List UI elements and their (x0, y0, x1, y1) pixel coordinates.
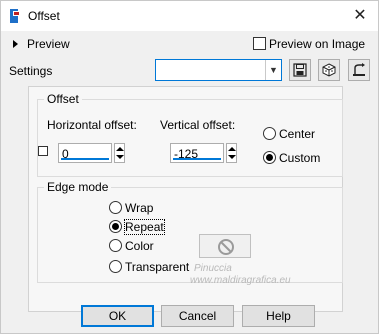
close-button[interactable]: ✕ (348, 4, 372, 28)
link-checkbox[interactable] (38, 146, 48, 156)
help-button[interactable]: Help (242, 305, 315, 327)
focus-underline (173, 158, 221, 160)
radio-transparent-label: Transparent (125, 260, 190, 274)
randomize-icon (322, 63, 336, 77)
ok-button[interactable]: OK (81, 305, 154, 327)
arrow-down-icon[interactable] (116, 155, 124, 159)
horizontal-offset-label: Horizontal offset: (47, 118, 137, 132)
checkbox-box[interactable] (253, 37, 266, 50)
vertical-offset-label: Vertical offset: (160, 118, 236, 132)
radio-custom-label: Custom (279, 151, 321, 165)
preview-label: Preview (27, 37, 70, 51)
save-icon (293, 63, 307, 77)
watermark-name: Pinuccia (194, 263, 232, 274)
vertical-offset-spinner[interactable]: -125 (170, 143, 238, 163)
vertical-offset-arrows[interactable] (226, 143, 237, 163)
edge-color-swatch[interactable] (199, 234, 251, 258)
focus-underline (61, 158, 109, 160)
chevron-down-icon[interactable]: ▼ (265, 60, 281, 80)
radio-center-dot[interactable] (263, 127, 276, 140)
reset-icon (353, 63, 365, 76)
settings-label: Settings (9, 64, 53, 78)
radio-center-label: Center (279, 127, 316, 141)
title-bar: Offset ✕ (1, 1, 378, 31)
cancel-button[interactable]: Cancel (161, 305, 234, 327)
window-title: Offset (28, 9, 60, 23)
app-icon (10, 9, 20, 23)
radio-color-label: Color (125, 239, 154, 253)
radio-transparent-dot[interactable] (109, 260, 122, 273)
arrow-down-icon[interactable] (228, 155, 236, 159)
horizontal-offset-arrows[interactable] (114, 143, 125, 163)
arrow-up-icon[interactable] (116, 147, 124, 151)
horizontal-offset-input[interactable]: 0 (58, 143, 112, 163)
watermark-url: www.maldiragrafica.eu (190, 275, 291, 286)
preview-on-image-label: Preview on Image (269, 37, 366, 51)
radio-repeat-label: Repeat (124, 219, 165, 235)
no-color-icon (218, 239, 234, 255)
offset-dialog: Offset ✕ Preview Preview on Image Settin… (0, 0, 379, 334)
save-preset-button[interactable] (289, 59, 311, 81)
horizontal-offset-spinner[interactable]: 0 (58, 143, 126, 163)
radio-wrap-label: Wrap (125, 201, 154, 215)
reset-button[interactable] (348, 59, 370, 81)
expand-triangle-icon (13, 40, 18, 48)
edge-mode-title: Edge mode (44, 180, 112, 194)
radio-repeat-dot[interactable] (109, 220, 122, 233)
radio-color-dot[interactable] (109, 239, 122, 252)
offset-group-title: Offset (44, 92, 82, 106)
settings-dropdown[interactable]: ▼ (155, 59, 282, 81)
vertical-offset-input[interactable]: -125 (170, 143, 224, 163)
randomize-button[interactable] (318, 59, 340, 81)
radio-custom-dot[interactable] (263, 151, 276, 164)
radio-wrap-dot[interactable] (109, 201, 122, 214)
edge-mode-group: Edge mode (37, 180, 343, 283)
arrow-up-icon[interactable] (228, 147, 236, 151)
